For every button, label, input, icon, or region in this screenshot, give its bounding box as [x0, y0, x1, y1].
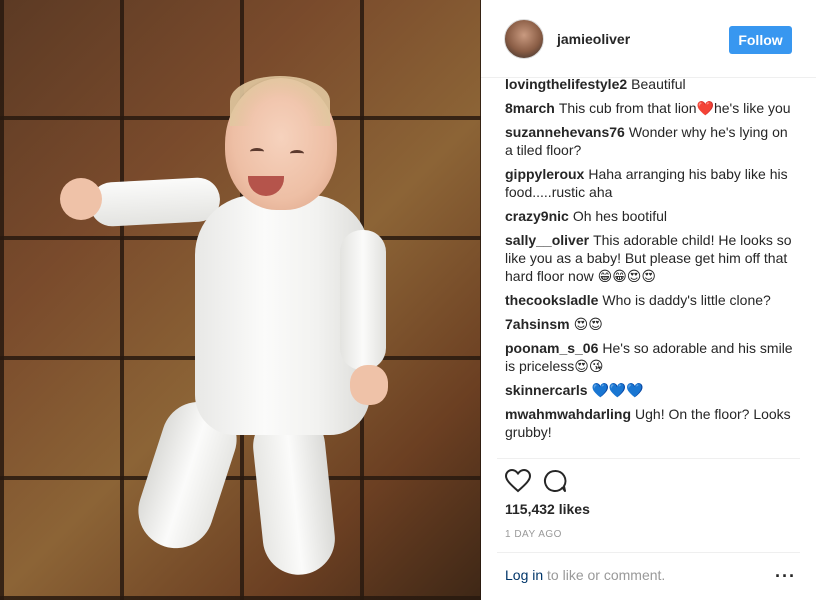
photo-detail — [88, 176, 222, 228]
comment-username[interactable]: mwahmwahdarling — [505, 406, 631, 422]
username-link[interactable]: jamieoliver — [557, 31, 630, 47]
photo-detail — [290, 150, 304, 157]
comment-item: thecooksladle Who is daddy's little clone… — [505, 291, 795, 309]
comment-icon[interactable] — [543, 469, 567, 493]
post-timestamp[interactable]: 1 DAY AGO — [505, 529, 562, 540]
follow-button[interactable]: Follow — [729, 26, 792, 54]
comment-username[interactable]: poonam_s_06 — [505, 340, 598, 356]
photo-detail — [60, 178, 102, 220]
photo-detail — [250, 148, 264, 155]
comment-username[interactable]: lovingthelifestyle2 — [505, 76, 627, 92]
comment-text: This cub from that lion❤️he's like you — [558, 100, 791, 116]
comment-item: 7ahsinsm 😍😍 — [505, 315, 795, 333]
comment-item: crazy9nic Oh hes bootiful — [505, 207, 795, 225]
comment-username[interactable]: skinnercarls — [505, 382, 588, 398]
comment-username[interactable]: thecooksladle — [505, 292, 598, 308]
comment-username[interactable]: crazy9nic — [505, 208, 569, 224]
like-count[interactable]: 115,432 likes — [505, 501, 590, 517]
comment-item: suzannehevans76 Wonder why he's lying on … — [505, 123, 795, 159]
comment-username[interactable]: sally__oliver — [505, 232, 589, 248]
login-link[interactable]: Log in — [505, 567, 543, 583]
post-actions: 115,432 likes 1 DAY AGO — [497, 458, 800, 558]
comment-item: poonam_s_06 He's so adorable and his smil… — [505, 339, 795, 375]
comment-username[interactable]: 8march — [505, 100, 555, 116]
comment-username[interactable]: suzannehevans76 — [505, 124, 625, 140]
post-header: jamieoliver Follow — [481, 0, 816, 78]
comment-text: 😍😍 — [573, 316, 603, 332]
post-photo[interactable] — [0, 0, 481, 600]
photo-detail — [340, 230, 386, 370]
comment-username[interactable]: 7ahsinsm — [505, 316, 570, 332]
comment-item: sally__oliver This adorable child! He loo… — [505, 231, 795, 285]
comment-item: mwahmwahdarling Ugh! On the floor? Looks … — [505, 405, 795, 441]
comment-text: Who is daddy's little clone? — [602, 292, 771, 308]
comment-item: skinnercarls 💙💙💙 — [505, 381, 795, 399]
post-footer: Log in to like or comment. ··· — [497, 552, 800, 600]
comments-list[interactable]: lovingthelifestyle2 Beautiful 8march This … — [505, 76, 795, 458]
login-prompt-text: to like or comment. — [543, 567, 666, 583]
more-options-icon[interactable]: ··· — [775, 567, 796, 585]
comment-username[interactable]: gippyleroux — [505, 166, 584, 182]
login-prompt: Log in to like or comment. — [505, 567, 665, 583]
comment-text: 💙💙💙 — [591, 382, 644, 398]
comment-text: Beautiful — [631, 76, 686, 92]
comment-item: lovingthelifestyle2 Beautiful — [505, 76, 795, 93]
heart-icon[interactable] — [505, 469, 531, 493]
avatar[interactable] — [504, 19, 544, 59]
photo-detail — [230, 76, 330, 126]
comment-item: gippyleroux Haha arranging his baby like … — [505, 165, 795, 201]
post-sidebar: jamieoliver Follow lovingthelifestyle2 Be… — [481, 0, 816, 600]
comment-item: 8march This cub from that lion❤️he's like… — [505, 99, 795, 117]
comment-text: Oh hes bootiful — [572, 208, 667, 224]
photo-detail — [350, 365, 388, 405]
